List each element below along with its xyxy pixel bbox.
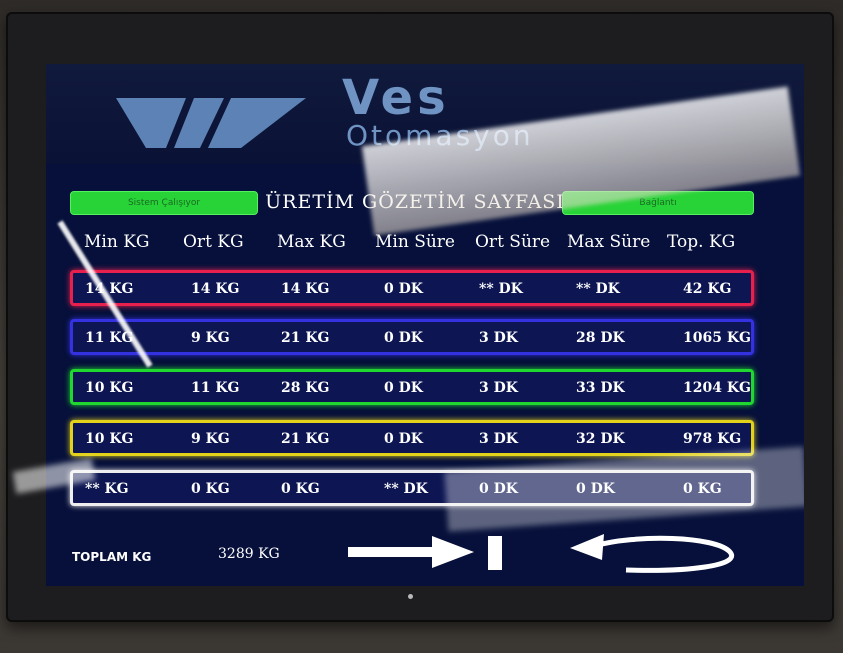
cell-min-kg: 10 KG — [85, 431, 134, 447]
header-ort-sure: Ort Süre — [475, 232, 551, 252]
cell-ort-sure: 3 DK — [479, 431, 518, 447]
cell-max-kg: 21 KG — [281, 330, 330, 346]
cell-max-kg: 28 KG — [281, 380, 330, 396]
cell-ort-sure: 3 DK — [479, 380, 518, 396]
cell-max-kg: 14 KG — [281, 281, 330, 297]
cell-max-sure: ** DK — [576, 281, 620, 297]
cell-ort-kg: 14 KG — [191, 281, 240, 297]
table-row: ** KG 0 KG 0 KG ** DK 0 DK 0 DK 0 KG — [70, 470, 754, 506]
logo-name: Ves — [342, 70, 450, 126]
total-label: TOPLAM KG — [72, 550, 152, 564]
header-top-kg: Top. KG — [667, 232, 736, 252]
arrow-right-icon[interactable] — [346, 534, 478, 570]
cell-top-kg: 42 KG — [683, 281, 732, 297]
total-value: 3289 KG — [218, 546, 280, 562]
table-row: 10 KG 9 KG 21 KG 0 DK 3 DK 32 DK 978 KG — [70, 420, 754, 456]
cell-min-kg: 10 KG — [85, 380, 134, 396]
header-ort-kg: Ort KG — [183, 232, 244, 252]
cell-min-sure: 0 DK — [384, 431, 423, 447]
header-max-kg: Max KG — [277, 232, 346, 252]
page-title: ÜRETİM GÖZETİM SAYFASI — [265, 191, 565, 213]
table-row: 14 KG 14 KG 14 KG 0 DK ** DK ** DK 42 KG — [70, 270, 754, 306]
header-min-kg: Min KG — [84, 232, 150, 252]
status-indicator-right: Bağlantı — [562, 191, 754, 215]
cell-max-kg: 21 KG — [281, 431, 330, 447]
cell-ort-kg: 9 KG — [191, 431, 230, 447]
cell-max-sure: 28 DK — [576, 330, 625, 346]
cell-max-kg: 0 KG — [281, 481, 320, 497]
cell-min-kg: 11 KG — [85, 330, 134, 346]
ves-logo-icon — [116, 98, 306, 148]
cell-ort-sure: 3 DK — [479, 330, 518, 346]
table-row: 10 KG 11 KG 28 KG 0 DK 3 DK 33 DK 1204 KG — [70, 369, 754, 405]
cell-min-kg: 14 KG — [85, 281, 134, 297]
cell-ort-kg: 11 KG — [191, 380, 240, 396]
cell-max-sure: 0 DK — [576, 481, 615, 497]
table-header: Min KG Ort KG Max KG Min Süre Ort Süre M… — [74, 232, 754, 258]
cell-min-kg: ** KG — [85, 481, 129, 497]
cell-min-sure: 0 DK — [384, 281, 423, 297]
cell-top-kg: 0 KG — [683, 481, 722, 497]
cell-min-sure: ** DK — [384, 481, 428, 497]
monitor-bezel: Ves Otomasyon Sistem Çalışıyor ÜRETİM GÖ… — [6, 12, 834, 622]
title-bar: Sistem Çalışıyor ÜRETİM GÖZETİM SAYFASI … — [70, 190, 754, 215]
status-indicator-left: Sistem Çalışıyor — [70, 191, 258, 215]
cell-max-sure: 32 DK — [576, 431, 625, 447]
hmi-screen: Ves Otomasyon Sistem Çalışıyor ÜRETİM GÖ… — [46, 64, 804, 586]
cell-ort-sure: 0 DK — [479, 481, 518, 497]
power-led — [408, 594, 413, 599]
header-min-sure: Min Süre — [375, 232, 455, 252]
table-row: 11 KG 9 KG 21 KG 0 DK 3 DK 28 DK 1065 KG — [70, 319, 754, 355]
cell-min-sure: 0 DK — [384, 330, 423, 346]
cell-ort-kg: 9 KG — [191, 330, 230, 346]
undo-arrow-icon[interactable] — [566, 530, 746, 574]
cell-max-sure: 33 DK — [576, 380, 625, 396]
cell-top-kg: 1065 KG — [683, 330, 751, 346]
cell-ort-kg: 0 KG — [191, 481, 230, 497]
cell-top-kg: 978 KG — [683, 431, 742, 447]
header-max-sure: Max Süre — [567, 232, 651, 252]
cell-ort-sure: ** DK — [479, 281, 523, 297]
cell-top-kg: 1204 KG — [683, 380, 751, 396]
bar-icon[interactable] — [484, 536, 506, 570]
cell-min-sure: 0 DK — [384, 380, 423, 396]
logo-header: Ves Otomasyon — [46, 64, 804, 164]
logo-tagline: Otomasyon — [346, 119, 534, 152]
